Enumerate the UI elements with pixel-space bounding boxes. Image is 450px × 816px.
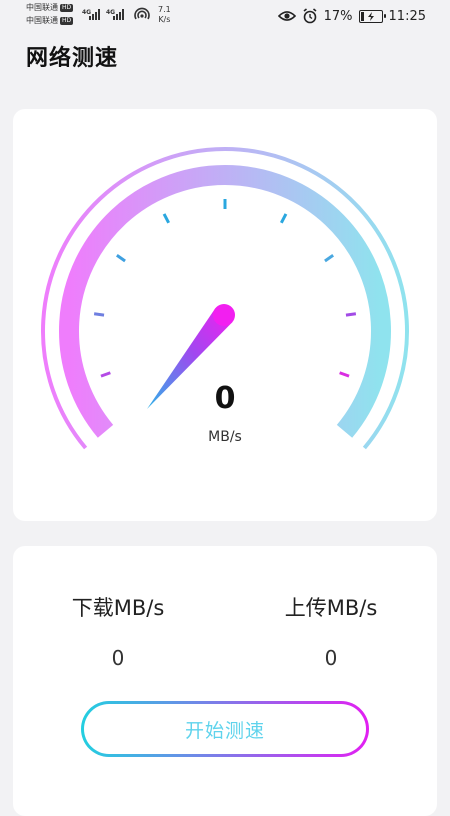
signal-icon-1 — [89, 9, 100, 20]
gauge-card: 0 MB/s — [13, 109, 437, 521]
status-bar: 中国联通 HD 中国联通 HD 4G 4G 7.1 K/s 17% 11:25 — [0, 0, 450, 32]
download-metric: 下载MB/s 0 — [28, 592, 208, 670]
alarm-icon — [303, 8, 317, 24]
gauge-tick — [345, 312, 357, 317]
results-card: 下载MB/s 0 上传MB/s 0 开始测速 — [13, 546, 437, 816]
battery-percent: 17% — [323, 8, 353, 24]
download-value: 0 — [111, 646, 125, 670]
upload-metric: 上传MB/s 0 — [241, 592, 421, 670]
gauge-tick — [100, 371, 111, 378]
charging-icon — [367, 11, 374, 21]
battery-icon — [358, 9, 386, 23]
carrier-1: 中国联通 HD — [26, 3, 74, 13]
signal-icon-2 — [113, 9, 124, 20]
speed-gauge — [41, 146, 409, 450]
gauge-tick — [324, 254, 334, 263]
download-label: 下载MB/s — [71, 596, 165, 620]
battery-level — [360, 11, 365, 21]
carrier-2: 中国联通 HD — [26, 16, 74, 26]
hd-badge-1: HD — [60, 3, 74, 12]
upload-label: 上传MB/s — [284, 596, 378, 620]
net-speed-unit: K/s — [158, 15, 171, 24]
start-test-label: 开始测速 — [184, 719, 265, 742]
carrier-2-label: 中国联通 — [26, 16, 58, 25]
start-test-button[interactable]: 开始测速 — [81, 701, 369, 757]
speed-unit: MB/s — [208, 429, 242, 445]
page-title: 网络测速 — [26, 46, 119, 71]
net-speed-indicator: 7.1 K/s — [158, 5, 171, 25]
gauge-needle-tip — [213, 304, 235, 326]
gauge-tick — [93, 312, 105, 317]
speed-value: 0 — [214, 381, 236, 416]
status-right: 17% 11:25 — [277, 7, 426, 25]
hotspot-icon — [134, 7, 150, 20]
gauge-ticks — [93, 199, 357, 378]
hd-badge-2: HD — [60, 16, 74, 25]
status-time: 11:25 — [388, 8, 426, 24]
upload-value: 0 — [324, 646, 338, 670]
net-speed-value: 7.1 — [158, 5, 171, 14]
gauge-tick — [162, 213, 170, 224]
gauge-tick — [280, 213, 288, 224]
gauge-tick — [339, 371, 350, 378]
eye-icon — [277, 11, 296, 21]
gauge-tick — [116, 254, 126, 263]
carrier-1-label: 中国联通 — [26, 3, 58, 12]
